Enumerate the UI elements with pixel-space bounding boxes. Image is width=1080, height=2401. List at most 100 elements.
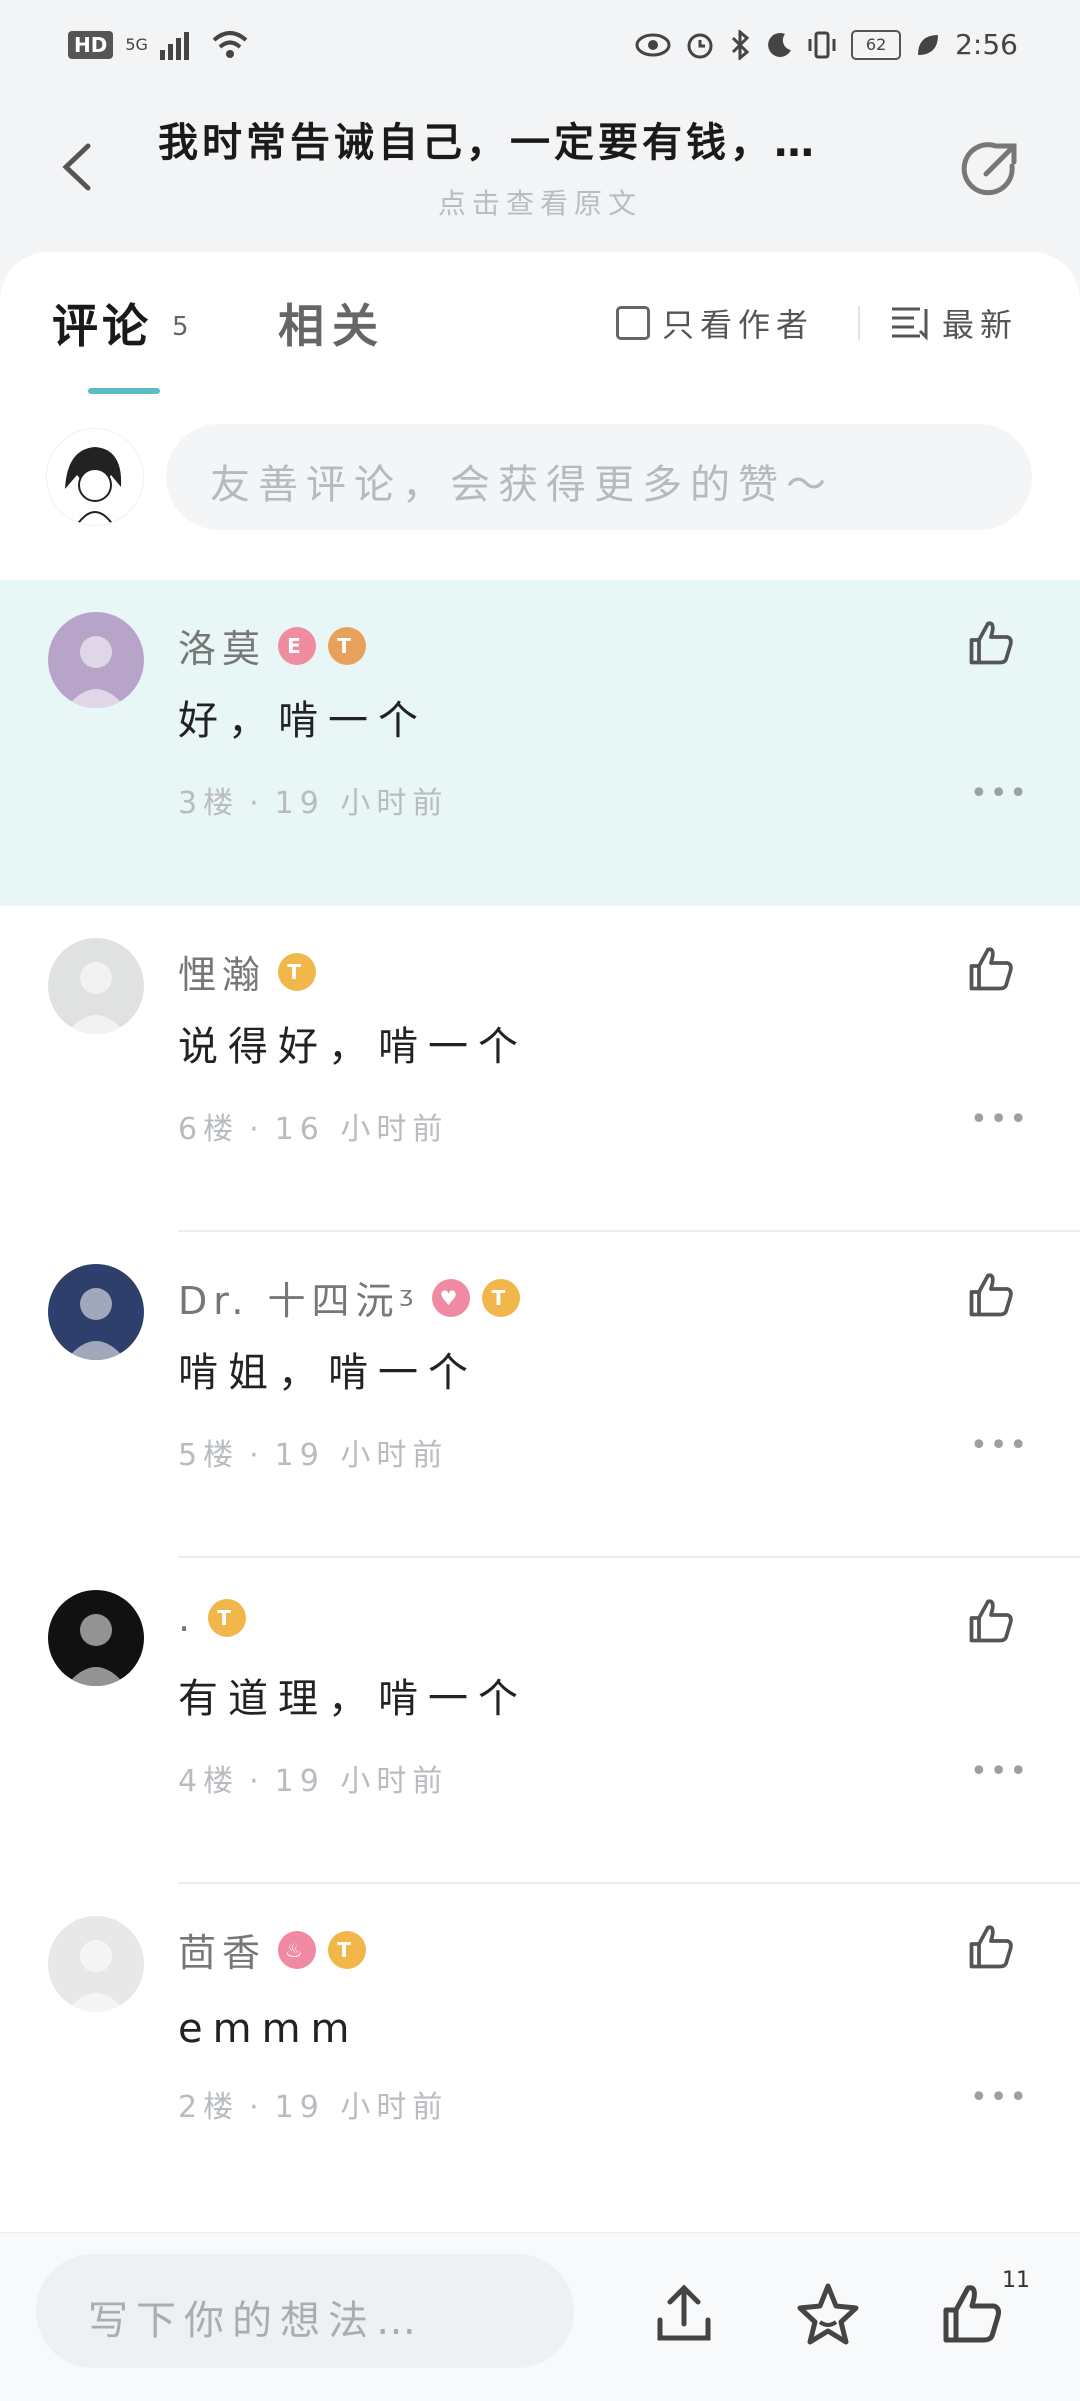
thumb-up-icon xyxy=(969,1273,1013,1317)
more-options-icon[interactable]: ••• xyxy=(970,1754,1029,1789)
comment-like-button[interactable] xyxy=(964,1594,1018,1648)
comment-like-button[interactable] xyxy=(964,1268,1018,1322)
floor-number: 6楼 xyxy=(178,1112,240,1147)
sort-label: 最新 xyxy=(942,306,1019,344)
sort-icon xyxy=(892,307,928,341)
comment-like-button[interactable] xyxy=(964,616,1018,670)
commenter-name-text: . xyxy=(178,1596,197,1640)
meta-separator: · xyxy=(249,1112,265,1147)
meta-separator: · xyxy=(249,2090,265,2125)
vibrate-icon xyxy=(808,31,836,58)
user-level-badge: T xyxy=(328,1930,367,1969)
meta-separator: · xyxy=(249,1438,265,1473)
user-avatar-icon xyxy=(47,429,143,525)
comment-text: 有道理，啃一个 xyxy=(178,1676,528,1722)
sort-button[interactable]: 最新 xyxy=(890,300,1018,346)
thumb-up-icon xyxy=(969,1599,1013,1643)
upload-share-icon[interactable] xyxy=(648,2278,720,2350)
commenter-name[interactable]: Dr. 十四沅ᶾ ♥ T xyxy=(178,1270,521,1325)
signal-icon xyxy=(159,32,189,60)
thumb-up-icon xyxy=(969,947,1013,991)
leaf-icon xyxy=(918,34,939,55)
wifi-icon xyxy=(212,31,248,58)
avatar-figure-icon xyxy=(66,1288,126,1360)
favorite-star-icon[interactable] xyxy=(792,2278,864,2350)
meta-separator: · xyxy=(249,1764,265,1799)
floor-number: 5楼 xyxy=(178,1438,240,1473)
like-count: 11 xyxy=(1002,2268,1030,2293)
commenter-name[interactable]: 洛莫 E T xyxy=(178,618,367,673)
user-level-badge: E xyxy=(278,626,317,665)
comment-item[interactable]: 洛莫 E T 好，啃一个 3楼 · 19 小时前 ••• xyxy=(0,580,1080,906)
like-thumb-icon[interactable] xyxy=(936,2278,1008,2350)
tab-comments[interactable]: 评论 xyxy=(52,290,152,356)
avatar-figure-icon xyxy=(66,1614,126,1686)
status-bar: HD 5G 62 2:56 xyxy=(0,0,1080,100)
active-tab-indicator xyxy=(88,388,160,394)
more-options-icon[interactable]: ••• xyxy=(970,2080,1029,2115)
commenter-name-text: Dr. 十四沅ᶾ xyxy=(178,1279,421,1323)
comment-meta: 6楼 · 16 小时前 xyxy=(178,1104,448,1148)
comment-time: 19 小时前 xyxy=(274,1438,449,1473)
more-options-icon[interactable]: ••• xyxy=(970,1428,1029,1463)
commenter-name-text: 茴香 xyxy=(178,1931,267,1975)
user-level-badge: T xyxy=(328,626,367,665)
comment-like-button[interactable] xyxy=(964,942,1018,996)
meta-separator: · xyxy=(249,786,265,821)
article-title[interactable]: 我时常告诫自己，一定要有钱，… xyxy=(158,110,878,168)
commenter-avatar[interactable] xyxy=(48,1916,144,2012)
reply-input-placeholder: 写下你的想法… xyxy=(88,2298,424,2344)
author-only-label: 只看作者 xyxy=(662,306,815,344)
commenter-name[interactable]: 茴香 ♨ T xyxy=(178,1922,367,1977)
commenter-avatar[interactable] xyxy=(48,1264,144,1360)
author-only-checkbox[interactable] xyxy=(616,306,650,340)
floor-number: 2楼 xyxy=(178,2090,240,2125)
eye-icon xyxy=(635,33,671,56)
commenter-name-text: 悝瀚 xyxy=(178,953,267,997)
commenter-name[interactable]: .T xyxy=(178,1596,247,1640)
more-options-icon[interactable]: ••• xyxy=(970,1102,1029,1137)
comment-text: 好，啃一个 xyxy=(178,698,428,744)
commenter-avatar[interactable] xyxy=(48,612,144,708)
avatar-figure-icon xyxy=(66,636,126,708)
avatar-figure-icon xyxy=(66,962,126,1034)
current-user-avatar[interactable] xyxy=(46,428,144,526)
battery-icon: 62 xyxy=(851,29,902,60)
commenter-name-text: 洛莫 xyxy=(178,627,267,671)
user-level-badge: T xyxy=(208,1599,247,1637)
comment-text: 啃姐，啃一个 xyxy=(178,1350,478,1396)
author-only-toggle[interactable]: 只看作者 xyxy=(616,300,814,346)
thumb-up-icon xyxy=(969,1925,1013,1969)
hd-label: HD xyxy=(68,31,114,59)
comment-text: emmm xyxy=(178,2006,360,2052)
user-level-badge: T xyxy=(278,952,317,991)
commenter-avatar[interactable] xyxy=(48,1590,144,1686)
commenter-avatar[interactable] xyxy=(48,938,144,1034)
bluetooth-icon xyxy=(732,29,750,60)
comment-item[interactable]: 茴香 ♨ Temmm 2楼 · 19 小时前 ••• xyxy=(0,1884,1080,2210)
system-indicators: 62 2:56 xyxy=(635,28,1018,61)
comment-meta: 5楼 · 19 小时前 xyxy=(178,1430,448,1474)
comment-meta: 3楼 · 19 小时前 xyxy=(178,778,448,822)
comment-item[interactable]: Dr. 十四沅ᶾ ♥ T 啃姐，啃一个 5楼 · 19 小时前 ••• xyxy=(0,1232,1080,1558)
tab-related[interactable]: 相关 xyxy=(278,290,386,356)
share-icon[interactable] xyxy=(956,136,1024,204)
comment-time: 19 小时前 xyxy=(274,786,449,821)
comments-count: 5 xyxy=(172,312,189,342)
avatar-figure-icon xyxy=(66,1940,126,2012)
comment-time: 16 小时前 xyxy=(274,1112,449,1147)
more-options-icon[interactable]: ••• xyxy=(970,776,1029,811)
comment-item[interactable]: 悝瀚 T 说得好，啃一个 6楼 · 16 小时前 ••• xyxy=(0,906,1080,1232)
comment-item[interactable]: . T 有道理，啃一个 4楼 · 19 小时前 ••• xyxy=(0,1558,1080,1884)
clock: 2:56 xyxy=(955,28,1018,61)
view-original-link[interactable]: 点击查看原文 xyxy=(0,182,1080,222)
comment-time: 19 小时前 xyxy=(274,1764,449,1799)
comment-time: 19 小时前 xyxy=(274,2090,449,2125)
user-level-badge: ♨ xyxy=(278,1930,317,1969)
moon-icon xyxy=(768,32,792,57)
thumb-up-icon xyxy=(969,621,1013,665)
commenter-name[interactable]: 悝瀚 T xyxy=(178,944,317,999)
5g-label: 5G xyxy=(125,35,148,54)
floor-number: 4楼 xyxy=(178,1764,240,1799)
comment-like-button[interactable] xyxy=(964,1920,1018,1974)
